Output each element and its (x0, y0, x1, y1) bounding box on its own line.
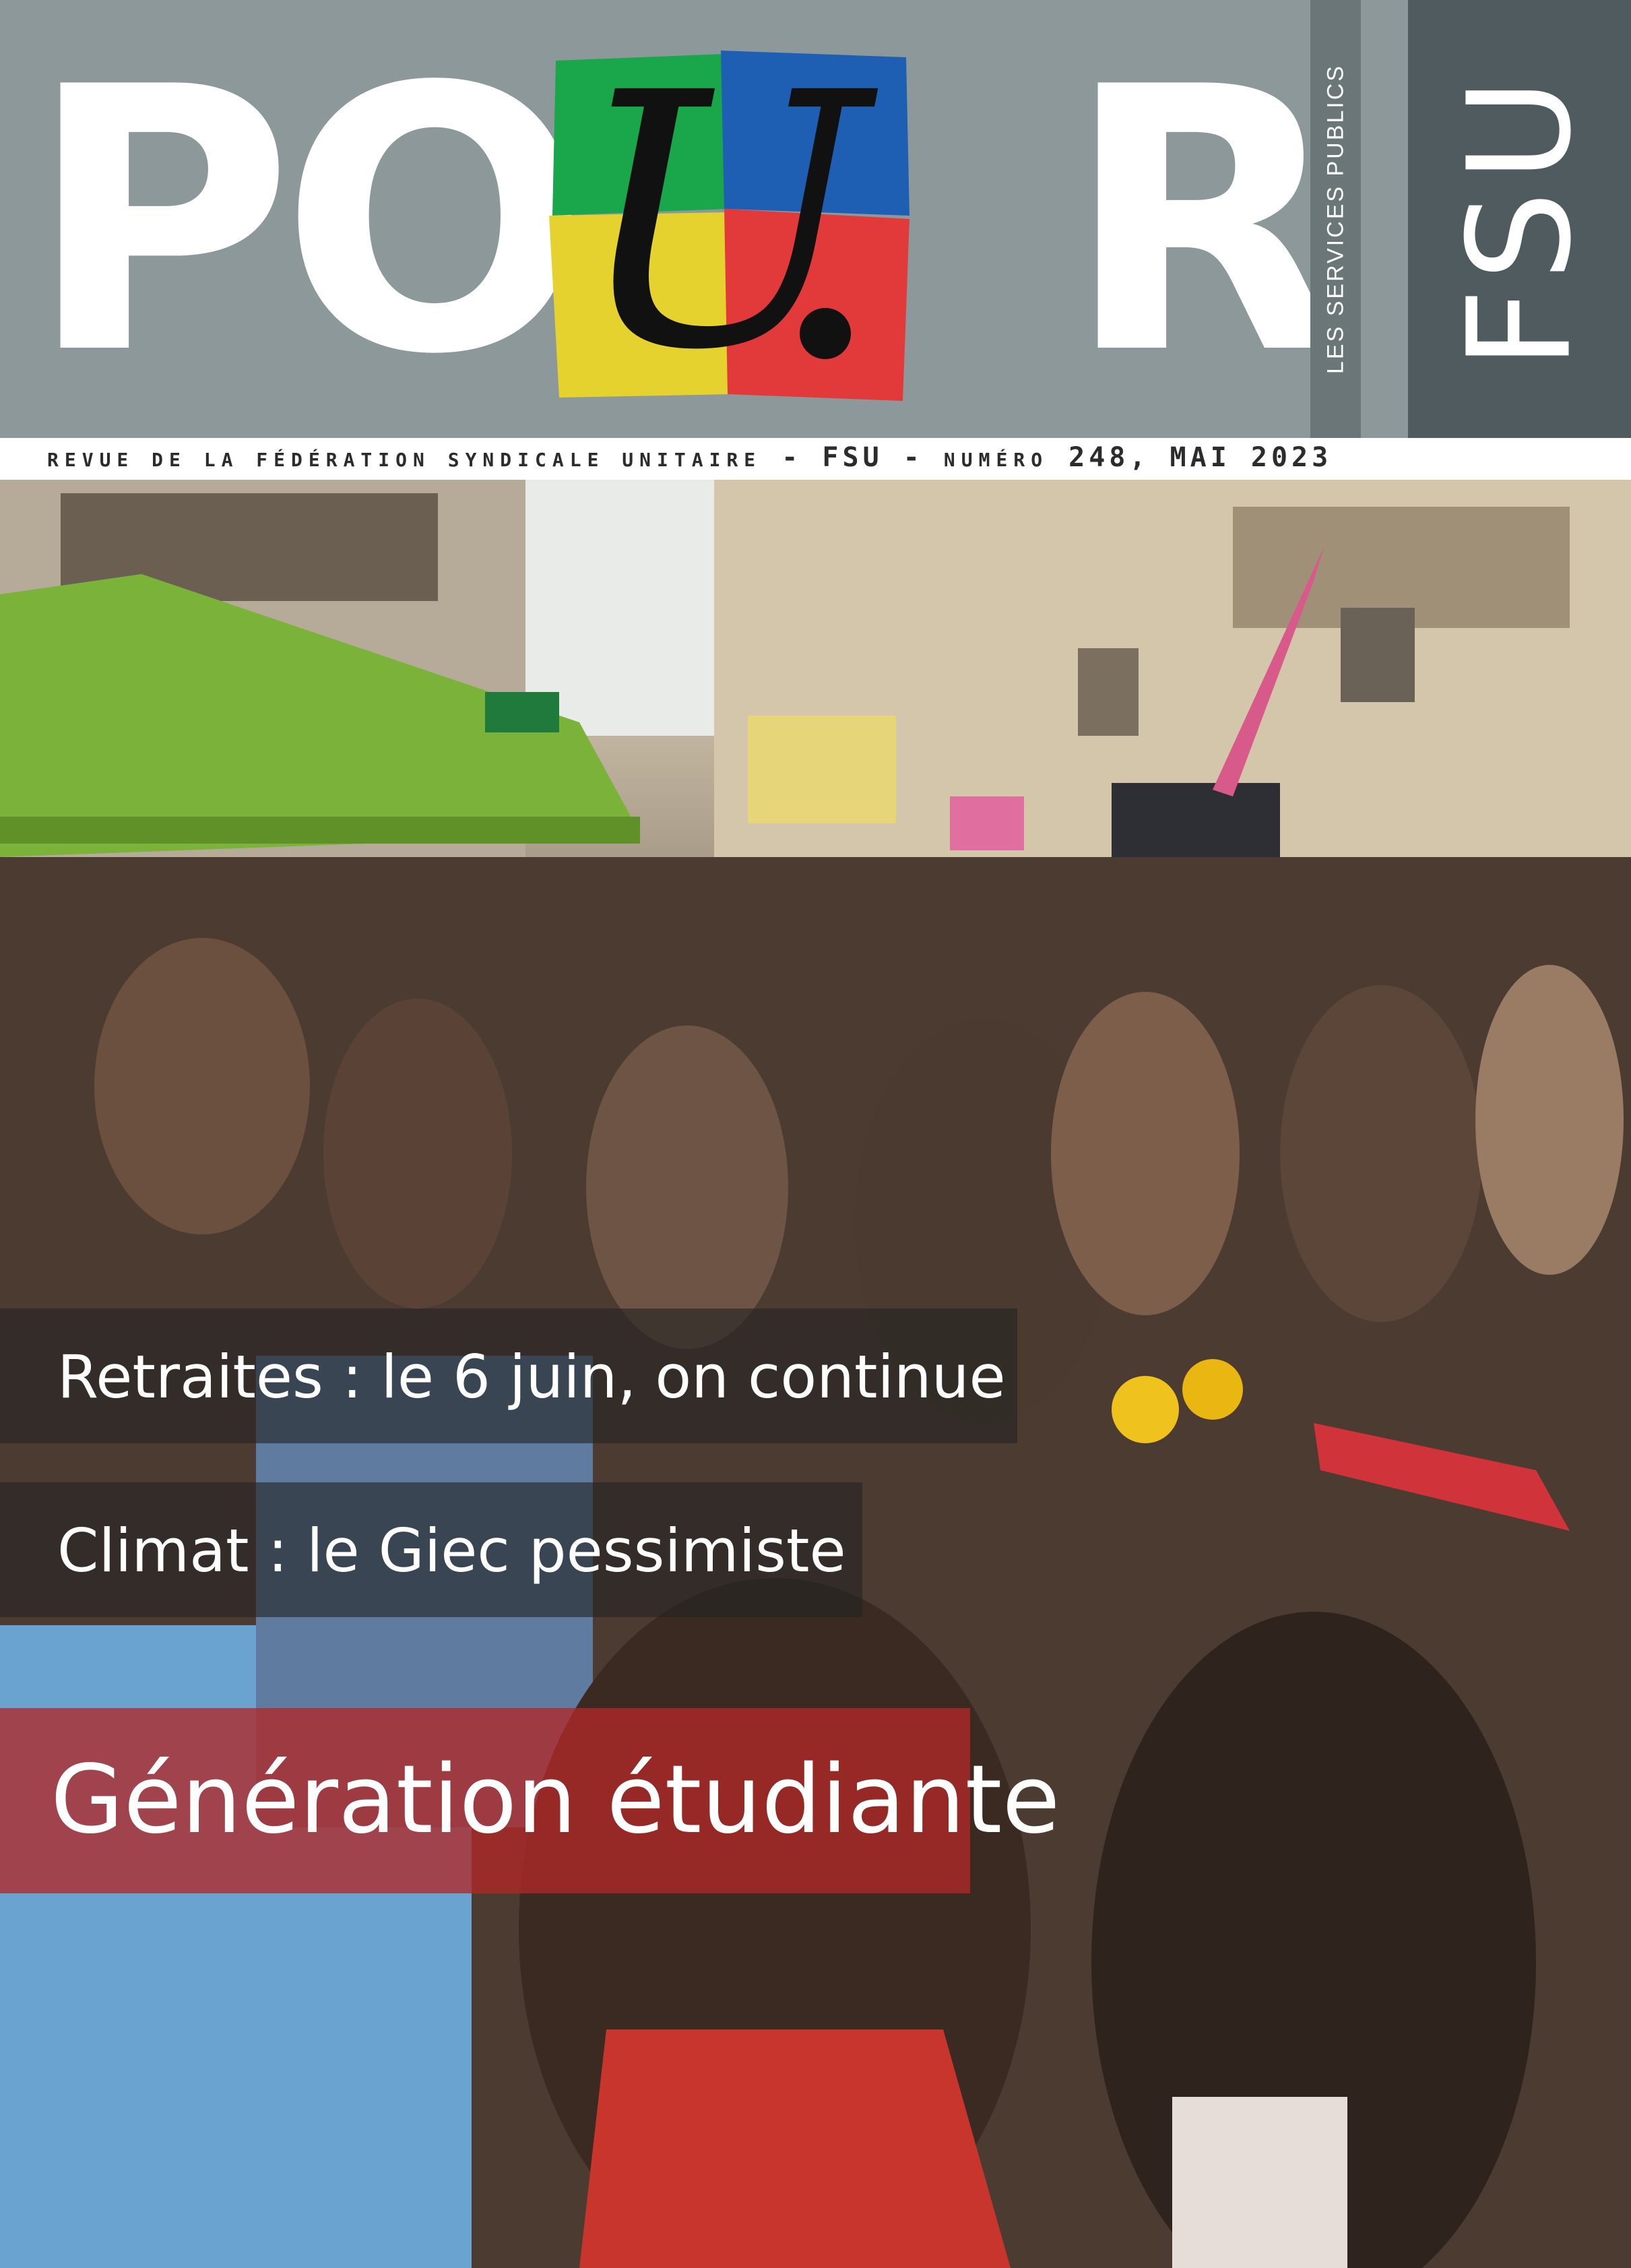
main-headline-text: Génération étudiante (51, 1745, 1060, 1855)
headline-climat[interactable]: Climat : le Giec pessimiste (0, 1482, 862, 1617)
services-label: LES SERVICES PUBLICS (1322, 64, 1348, 374)
masthead: PO R U LES SERVICES PUBLICS FSU (0, 0, 1631, 438)
fsu-brand: FSU (1437, 68, 1602, 370)
headline-retraites[interactable]: Retraites : le 6 juin, on continue (0, 1309, 1017, 1443)
federation-label: REVUE DE LA FÉDÉRATION SYNDICALE UNITAIR… (47, 449, 762, 471)
headline-retraites-text: Retraites : le 6 juin, on continue (57, 1342, 1006, 1412)
headline-climat-text: Climat : le Giec pessimiste (57, 1516, 846, 1585)
logo-dot (800, 308, 851, 359)
side-band-separator (1361, 0, 1408, 438)
magazine-title: PO R (27, 11, 1345, 434)
issue-label: NUMÉRO (943, 449, 1049, 471)
magazine-cover: PO R U LES SERVICES PUBLICS FSU REVUE DE… (0, 0, 1631, 2268)
pour-logo: U (549, 47, 909, 404)
title-part-po: PO (27, 11, 589, 434)
subtitle-line: REVUE DE LA FÉDÉRATION SYNDICALE UNITAIR… (47, 442, 1332, 473)
title-part-r: R (1064, 11, 1345, 434)
main-headline[interactable]: Génération étudiante (0, 1708, 1060, 1893)
side-band-fsu: FSU (1408, 0, 1631, 438)
fsu-separator: - FSU - (761, 442, 944, 473)
side-band-services: LES SERVICES PUBLICS (1310, 0, 1361, 438)
issue-number-date: 248, MAI 2023 (1048, 442, 1333, 473)
subtitle-strip: REVUE DE LA FÉDÉRATION SYNDICALE UNITAIR… (0, 438, 1631, 480)
